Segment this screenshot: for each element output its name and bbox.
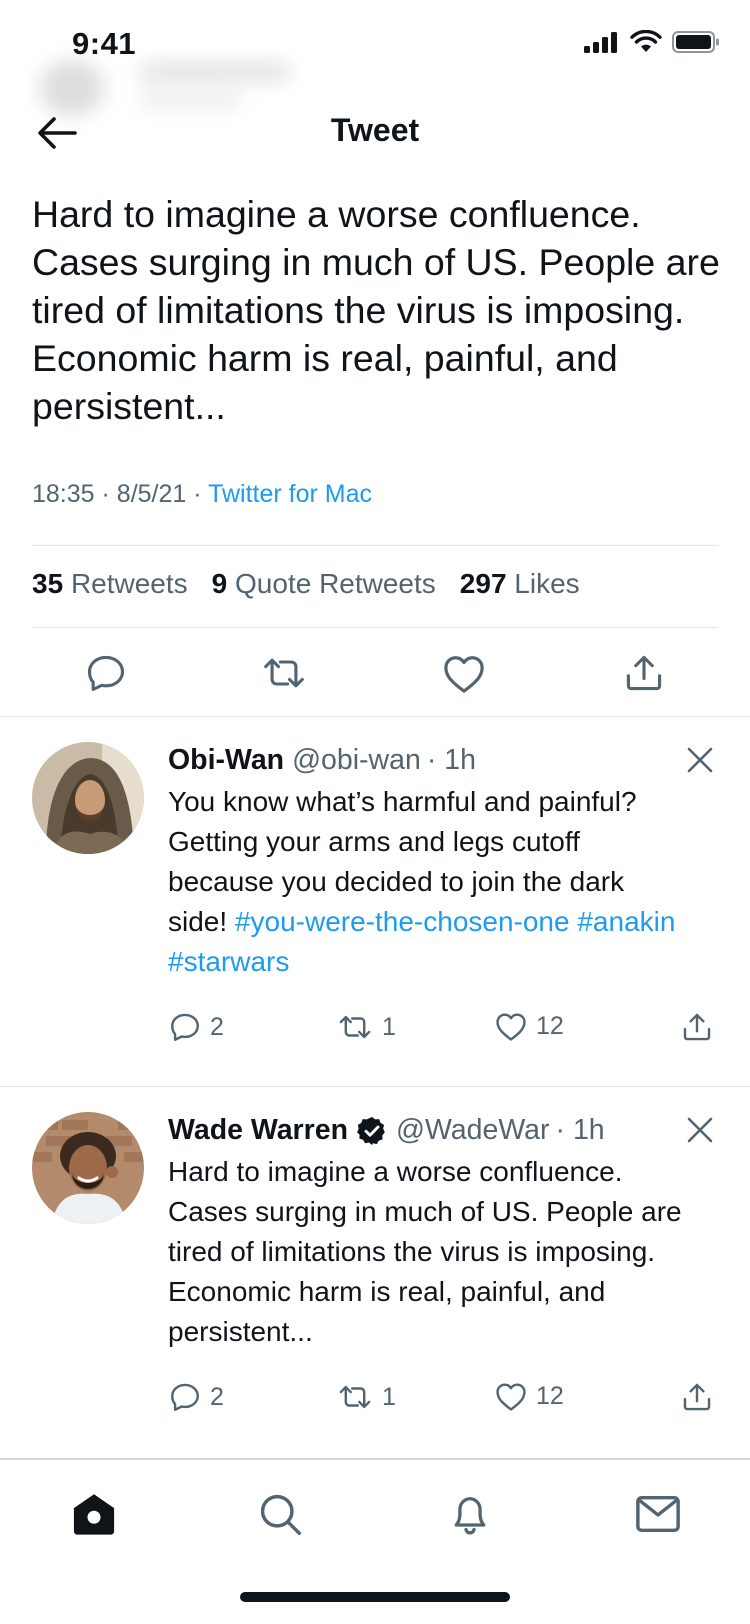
verified-badge-icon	[356, 1115, 388, 1147]
speech-bubble-icon	[168, 1380, 202, 1414]
share-button[interactable]	[680, 1380, 714, 1414]
retweet-icon	[336, 1380, 374, 1414]
meta-separator: ·	[193, 480, 202, 508]
tab-messages[interactable]	[628, 1484, 688, 1544]
tab-search[interactable]	[250, 1484, 310, 1544]
meta-separator: ·	[101, 480, 110, 508]
retweets-label: Retweets	[70, 568, 188, 599]
close-icon	[687, 1117, 713, 1143]
dismiss-button[interactable]	[680, 1110, 720, 1150]
tweet-stats: 35 Retweets 9 Quote Retweets 297 Likes	[32, 568, 580, 600]
wifi-icon	[630, 30, 662, 54]
divider	[32, 545, 718, 546]
like-count: 12	[536, 1011, 564, 1040]
tweet-date: 8/5/21	[116, 480, 187, 508]
divider	[32, 627, 718, 628]
like-button[interactable]: 12	[494, 1380, 564, 1412]
tab-notifications[interactable]	[440, 1484, 500, 1544]
tweet-time: 18:35	[32, 480, 95, 508]
speech-bubble-icon	[168, 1010, 202, 1044]
tab-home[interactable]	[64, 1484, 124, 1544]
dismiss-button[interactable]	[680, 740, 720, 780]
home-indicator[interactable]	[240, 1592, 510, 1602]
reply-text: Hard to imagine a worse confluence. Case…	[168, 1156, 682, 1347]
reply-button[interactable]: 2	[168, 1380, 224, 1414]
quote-retweets-stat[interactable]: 9 Quote Retweets	[212, 568, 436, 600]
retweet-button[interactable]	[260, 650, 308, 696]
status-icons	[584, 30, 720, 54]
tweet-source-link[interactable]: Twitter for Mac	[208, 480, 372, 508]
avatar[interactable]	[32, 742, 144, 854]
reply-header: Obi-Wan @obi-wan · 1h	[168, 744, 476, 777]
page-title: Tweet	[330, 112, 420, 148]
battery-icon	[672, 30, 720, 54]
like-button[interactable]	[440, 650, 488, 696]
status-time: 9:41	[72, 26, 137, 61]
share-button[interactable]	[680, 1010, 714, 1044]
retweet-icon	[259, 651, 309, 695]
hashtag-link[interactable]: #you-were-the-chosen-one	[235, 906, 570, 937]
mail-icon	[635, 1494, 681, 1534]
reply-time: · 1h	[426, 744, 476, 776]
reply-button[interactable]: 2	[168, 1010, 224, 1044]
share-icon	[680, 1380, 714, 1414]
heart-icon	[494, 1010, 528, 1042]
user-handle[interactable]: @obi-wan	[292, 744, 421, 777]
divider	[0, 716, 750, 717]
heart-icon	[441, 652, 487, 694]
like-button[interactable]: 12	[494, 1010, 564, 1042]
avatar[interactable]	[32, 1112, 144, 1224]
likes-stat[interactable]: 297 Likes	[460, 568, 580, 600]
tweet-meta: 18:35 · 8/5/21 · Twitter for Mac	[32, 480, 372, 509]
reply-button[interactable]	[82, 650, 130, 696]
reply-text: You know what’s harmful and painful? Get…	[168, 782, 688, 982]
hashtag-link[interactable]: #starwars	[168, 946, 289, 977]
home-icon	[71, 1492, 117, 1536]
like-count: 12	[536, 1381, 564, 1410]
retweet-icon	[336, 1010, 374, 1044]
speech-bubble-icon	[84, 651, 128, 695]
retweets-count: 35	[32, 568, 64, 599]
share-icon	[622, 651, 666, 695]
divider	[0, 1086, 750, 1087]
user-handle[interactable]: @WadeWar	[396, 1114, 550, 1147]
retweet-count: 1	[382, 1012, 396, 1041]
reply-header: Wade Warren @WadeWar · 1h	[168, 1114, 605, 1147]
heart-icon	[494, 1380, 528, 1412]
main-tweet-text: Hard to imagine a worse confluence. Case…	[32, 193, 720, 427]
share-button[interactable]	[620, 650, 668, 696]
quote-retweets-count: 9	[211, 568, 228, 599]
retweets-stat[interactable]: 35 Retweets	[32, 568, 188, 600]
signal-icon	[584, 31, 620, 53]
likes-label: Likes	[514, 568, 580, 599]
user-name[interactable]: Wade Warren	[168, 1114, 348, 1147]
search-icon	[258, 1492, 302, 1536]
share-icon	[680, 1010, 714, 1044]
user-name[interactable]: Obi-Wan	[168, 744, 284, 777]
quote-retweets-label: Quote Retweets	[235, 568, 436, 599]
likes-count: 297	[459, 568, 507, 599]
close-icon	[687, 747, 713, 773]
bell-icon	[448, 1491, 492, 1537]
reply-count: 2	[210, 1012, 224, 1041]
retweet-count: 1	[382, 1382, 396, 1411]
reply-time: · 1h	[555, 1114, 605, 1146]
retweet-button[interactable]: 1	[336, 1380, 396, 1414]
retweet-button[interactable]: 1	[336, 1010, 396, 1044]
hashtag-link[interactable]: #anakin	[577, 906, 675, 937]
tab-bar-border	[0, 1458, 750, 1460]
reply-count: 2	[210, 1382, 224, 1411]
